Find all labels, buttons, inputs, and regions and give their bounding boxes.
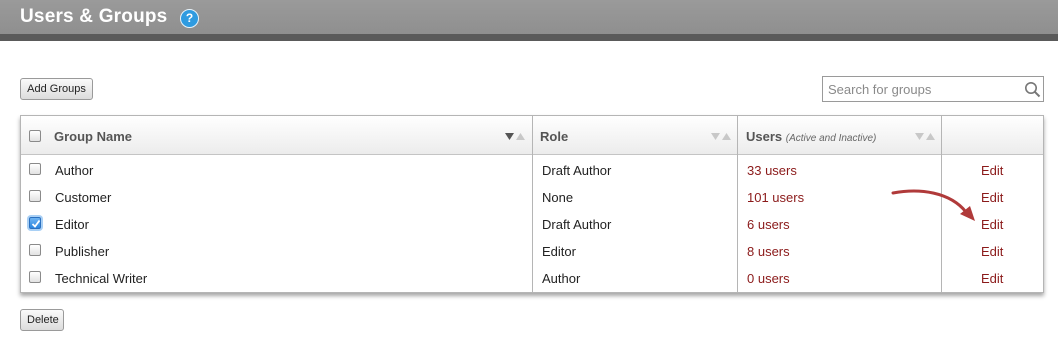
row-checkbox[interactable] (29, 190, 41, 202)
sort-arrows-icon[interactable] (711, 132, 731, 141)
row-checkbox[interactable] (29, 271, 41, 283)
search-icon[interactable] (1024, 81, 1041, 98)
select-all-checkbox[interactable] (29, 130, 41, 142)
column-header-users-note: (Active and Inactive) (785, 133, 877, 144)
row-checkbox[interactable] (29, 217, 41, 229)
edit-link[interactable]: Edit (981, 190, 1003, 205)
annotation-arrow-icon (891, 189, 975, 221)
column-header-group-name[interactable]: Group Name (54, 129, 132, 144)
edit-link[interactable]: Edit (981, 271, 1003, 286)
users-count-link[interactable]: 8 users (747, 244, 790, 259)
group-role: Draft Author (542, 217, 612, 232)
group-name: Editor (55, 217, 89, 232)
search-input[interactable] (823, 77, 1018, 101)
table-row: Author Draft Author 33 users Edit (21, 157, 1043, 184)
edit-link[interactable]: Edit (981, 163, 1003, 178)
edit-link[interactable]: Edit (981, 217, 1003, 232)
sort-desc-icon[interactable] (505, 132, 525, 141)
table-row: Publisher Editor 8 users Edit (21, 238, 1043, 265)
row-checkbox[interactable] (29, 244, 41, 256)
group-role: Draft Author (542, 163, 612, 178)
column-header-role[interactable]: Role (540, 129, 568, 144)
group-name: Technical Writer (55, 271, 148, 286)
page-title: Users & Groups (20, 6, 168, 27)
search-box (822, 76, 1044, 102)
checkmark-icon (31, 219, 41, 228)
group-name: Publisher (55, 244, 110, 259)
group-name: Author (55, 163, 94, 178)
group-role: None (542, 190, 574, 205)
row-checkbox[interactable] (29, 163, 41, 175)
edit-link[interactable]: Edit (981, 244, 1003, 259)
page-header: Users & Groups ? (0, 0, 1058, 34)
group-role: Editor (542, 244, 576, 259)
add-groups-button[interactable]: Add Groups (20, 78, 93, 100)
table-row: Technical Writer Author 0 users Edit (21, 265, 1043, 292)
users-count-link[interactable]: 101 users (747, 190, 804, 205)
column-header-users[interactable]: Users (Active and Inactive) (746, 129, 876, 144)
group-role: Author (542, 271, 581, 286)
help-icon[interactable]: ? (180, 9, 199, 28)
users-count-link[interactable]: 6 users (747, 217, 790, 232)
users-count-link[interactable]: 33 users (747, 163, 797, 178)
sort-arrows-icon[interactable] (915, 132, 935, 141)
users-count-link[interactable]: 0 users (747, 271, 790, 286)
column-header-users-label: Users (746, 129, 783, 144)
delete-button[interactable]: Delete (20, 309, 64, 331)
group-name: Customer (55, 190, 112, 205)
header-divider (0, 34, 1058, 41)
